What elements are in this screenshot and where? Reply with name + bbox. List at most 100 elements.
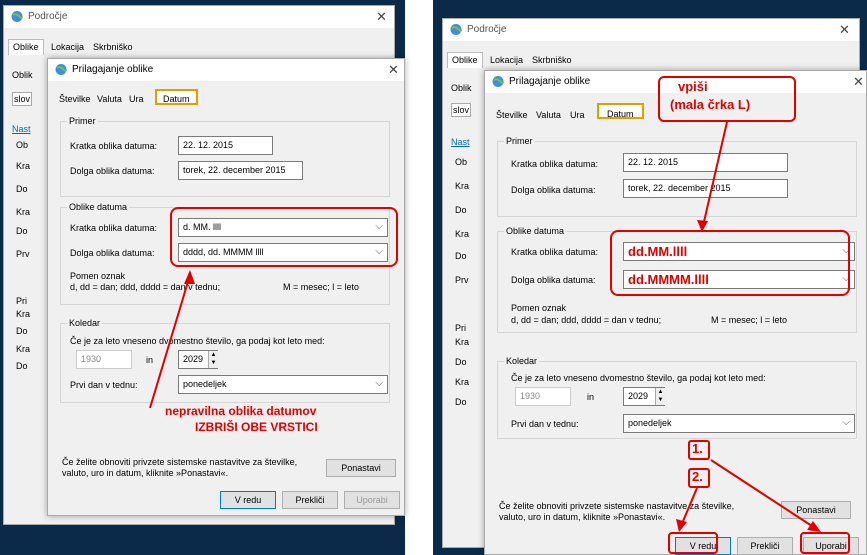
legend-line: d, dd = dan; ddd, dddd = dan v tednu; <box>70 282 221 292</box>
side-text: Prv <box>455 275 469 285</box>
step2-label: 2. <box>692 469 703 484</box>
year-in-label: in <box>587 392 595 402</box>
side-text: Oblik <box>12 70 33 80</box>
tab-datum[interactable]: Datum <box>597 103 644 119</box>
date-formats-title: Oblike datuma <box>67 202 130 212</box>
tab-stevilke[interactable]: Številke <box>491 107 533 123</box>
apply-button[interactable]: Uporabi <box>344 491 400 509</box>
primer-group: Primer <box>60 116 390 197</box>
side-text: Kra <box>16 309 31 319</box>
globe-icon <box>450 24 462 35</box>
primer-title: Primer <box>504 136 535 146</box>
tab-lokacija[interactable]: Lokacija <box>46 39 89 55</box>
customize-format-dialog-left: Prilagajanje oblike ✕ Številke Valuta Ur… <box>47 58 405 516</box>
short-date-example: 22. 12. 2015 <box>623 153 788 172</box>
year-spinner-icon[interactable]: ▲ ▼ <box>655 388 665 405</box>
side-text: Kra <box>16 161 31 171</box>
long-date-label: Dolga oblika datuma: <box>511 185 596 195</box>
year-in-label: in <box>146 355 154 365</box>
ok-button[interactable]: V redu <box>220 491 276 509</box>
long-date-label: Dolga oblika datuma: <box>70 166 155 176</box>
globe-icon <box>11 11 23 22</box>
side-text: Do <box>16 184 28 194</box>
tab-ura[interactable]: Ura <box>565 107 590 123</box>
reset-button[interactable]: Ponastavi <box>781 501 851 519</box>
globe-icon <box>55 64 67 75</box>
annotation-box-apply <box>800 532 850 554</box>
side-text: Ob <box>16 140 29 150</box>
annotation-text-line1-right: vpiši <box>678 79 708 94</box>
dialog-title: Prilagajanje oblike <box>72 64 154 75</box>
customize-format-dialog-right: Prilagajanje oblike ✕ Številke Valuta Ur… <box>484 70 867 555</box>
side-link[interactable]: Nast <box>451 137 470 147</box>
calendar-text: Če je za leto vneseno dvomestno število,… <box>511 373 766 383</box>
side-text: Oblik <box>451 83 472 93</box>
calendar-title: Koledar <box>67 318 103 328</box>
dialog-title: Prilagajanje oblike <box>509 76 591 87</box>
calendar-text: Če je za leto vneseno dvomestno število,… <box>70 336 325 346</box>
first-day-combo[interactable]: ponedeljek ⌵ <box>623 414 855 433</box>
format-short-label: Kratka oblika datuma: <box>511 247 599 257</box>
tab-oblike[interactable]: Oblike <box>8 39 44 55</box>
side-text: slov <box>12 92 33 106</box>
first-day-combo[interactable]: ponedeljek ⌵ <box>178 375 388 394</box>
year-spinner-icon[interactable]: ▲ ▼ <box>208 351 218 368</box>
dialog-title-bar: Prilagajanje oblike ✕ <box>48 59 404 81</box>
year-from-field: 1930 <box>515 387 571 406</box>
reset-button[interactable]: Ponastavi <box>326 459 396 477</box>
tab-stevilke[interactable]: Številke <box>54 91 96 107</box>
calendar-title: Koledar <box>504 356 540 366</box>
annotation-box-formats-right <box>610 230 850 296</box>
date-formats-title: Oblike datuma <box>504 226 567 236</box>
side-text: Kra <box>16 344 31 354</box>
side-text: Kra <box>455 377 470 387</box>
tab-ura[interactable]: Ura <box>124 91 149 107</box>
chevron-down-icon: ⌵ <box>842 417 850 428</box>
legend-right: M = mesec; l = leto <box>283 282 360 292</box>
cancel-button[interactable]: Prekliči <box>282 491 338 509</box>
side-text: Ob <box>455 157 468 167</box>
side-link[interactable]: Nast <box>12 124 31 134</box>
legend-right: M = mesec; l = leto <box>711 315 788 325</box>
side-text: Kra <box>455 229 470 239</box>
tab-datum[interactable]: Datum <box>155 89 198 105</box>
tab-valuta[interactable]: Valuta <box>531 107 566 123</box>
side-text: Kra <box>455 337 470 347</box>
close-icon[interactable]: ✕ <box>376 9 387 25</box>
tab-skrbnisko[interactable]: Skrbniško <box>88 39 138 55</box>
window-title: Področje <box>467 24 507 35</box>
legend-title: Pomen oznak <box>70 271 126 281</box>
side-text: Do <box>16 361 28 371</box>
long-date-example: torek, 22. december 2015 <box>623 179 788 198</box>
annotation-box-ok <box>668 532 718 554</box>
tab-oblike[interactable]: Oblike <box>447 52 483 68</box>
first-day-value: ponedeljek <box>628 418 672 428</box>
side-text: Do <box>455 357 467 367</box>
close-icon[interactable]: ✕ <box>388 62 399 78</box>
short-date-label: Kratka oblika datuma: <box>511 159 599 169</box>
tab-skrbnisko[interactable]: Skrbniško <box>527 52 577 68</box>
annotation-text-line2-left: IZBRIŠI OBE VRSTICI <box>195 420 318 434</box>
close-icon[interactable]: ✕ <box>839 22 850 38</box>
side-text: Pri <box>455 323 466 333</box>
first-day-label: Prvi dan v tednu: <box>511 419 579 429</box>
side-text: Pri <box>16 296 27 306</box>
format-short-label: Kratka oblika datuma: <box>70 223 158 233</box>
format-long-label: Dolga oblika datuma: <box>70 248 155 258</box>
first-day-label: Prvi dan v tednu: <box>70 380 138 390</box>
window-title: Področje <box>28 11 68 22</box>
side-text: Prv <box>16 249 30 259</box>
primer-title: Primer <box>67 116 98 126</box>
cancel-button[interactable]: Prekliči <box>737 537 793 555</box>
side-text: Do <box>455 397 467 407</box>
side-text: slov <box>451 103 472 117</box>
legend-line: d, dd = dan; ddd, dddd = dan v tednu; <box>511 315 662 325</box>
tab-lokacija[interactable]: Lokacija <box>485 52 528 68</box>
annotation-text-line1-left: nepravilna oblika datumov <box>165 404 317 418</box>
close-icon[interactable]: ✕ <box>853 74 864 90</box>
side-text: Do <box>455 251 467 261</box>
chevron-down-icon: ⌵ <box>375 378 383 389</box>
side-text: Do <box>455 205 467 215</box>
format-long-label: Dolga oblika datuma: <box>511 275 596 285</box>
tab-valuta[interactable]: Valuta <box>92 91 127 107</box>
